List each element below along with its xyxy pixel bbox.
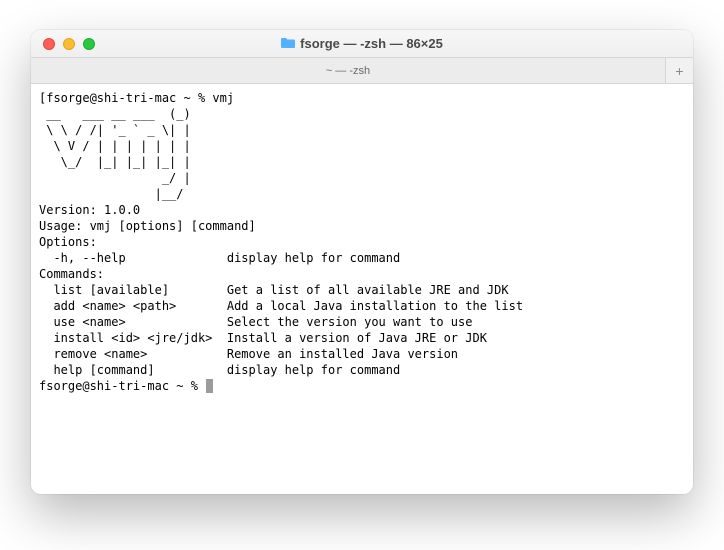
terminal-line: remove <name> Remove an installed Java v…: [39, 346, 685, 362]
window-title: fsorge — -zsh — 86×25: [31, 36, 693, 51]
new-tab-button[interactable]: +: [665, 58, 693, 83]
cursor: [206, 379, 213, 393]
zoom-button[interactable]: [83, 38, 95, 50]
terminal-line: Version: 1.0.0: [39, 202, 685, 218]
terminal-prompt-line: fsorge@shi-tri-mac ~ %: [39, 378, 685, 394]
tabbar: ~ — -zsh +: [31, 58, 693, 84]
terminal-line: Options:: [39, 234, 685, 250]
terminal-line: __ ___ __ ___ (_): [39, 106, 685, 122]
window-title-text: fsorge — -zsh — 86×25: [300, 36, 443, 51]
terminal-line: add <name> <path> Add a local Java insta…: [39, 298, 685, 314]
terminal-line: -h, --help display help for command: [39, 250, 685, 266]
terminal-line: _/ |: [39, 170, 685, 186]
titlebar: fsorge — -zsh — 86×25: [31, 30, 693, 58]
terminal-content[interactable]: [fsorge@shi-tri-mac ~ % vmj __ ___ __ __…: [31, 84, 693, 494]
terminal-line: \ V / | | | | | | |: [39, 138, 685, 154]
terminal-line: Commands:: [39, 266, 685, 282]
plus-icon: +: [675, 63, 683, 79]
terminal-line: \_/ |_| |_| |_| |: [39, 154, 685, 170]
terminal-line: [fsorge@shi-tri-mac ~ % vmj: [39, 90, 685, 106]
folder-icon: [281, 37, 295, 50]
tab-active[interactable]: ~ — -zsh: [31, 58, 665, 83]
terminal-line: Usage: vmj [options] [command]: [39, 218, 685, 234]
prompt: fsorge@shi-tri-mac ~ %: [39, 379, 205, 393]
terminal-line: use <name> Select the version you want t…: [39, 314, 685, 330]
terminal-line: list [available] Get a list of all avail…: [39, 282, 685, 298]
terminal-line: |__/: [39, 186, 685, 202]
terminal-line: install <id> <jre/jdk> Install a version…: [39, 330, 685, 346]
terminal-line: help [command] display help for command: [39, 362, 685, 378]
traffic-lights: [31, 38, 95, 50]
terminal-window: fsorge — -zsh — 86×25 ~ — -zsh + [fsorge…: [31, 30, 693, 494]
minimize-button[interactable]: [63, 38, 75, 50]
tab-label: ~ — -zsh: [326, 65, 370, 77]
close-button[interactable]: [43, 38, 55, 50]
terminal-line: \ \ / /| '_ ` _ \| |: [39, 122, 685, 138]
